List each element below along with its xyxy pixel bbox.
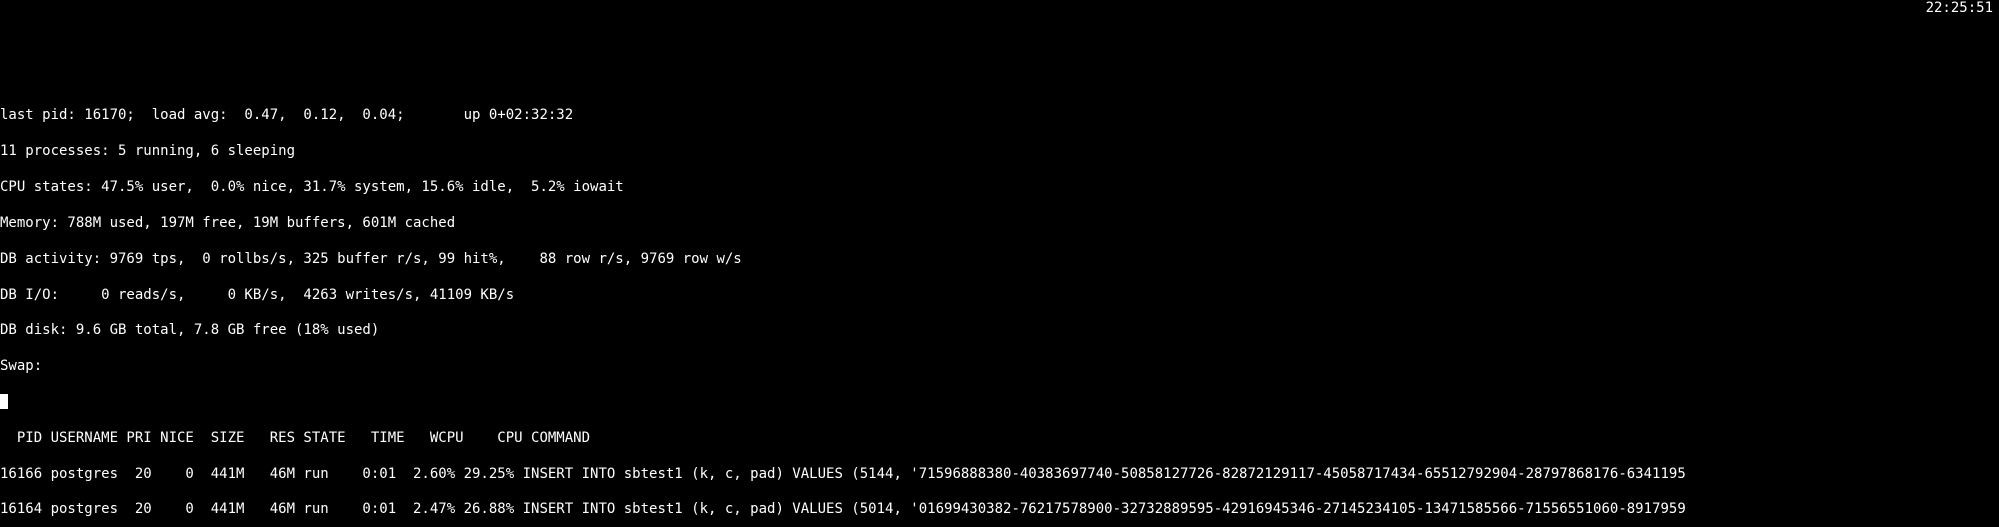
terminal-screen[interactable]: last pid: 16170; load avg: 0.47, 0.12, 0… bbox=[0, 90, 1999, 527]
header-line-7: DB disk: 9.6 GB total, 7.8 GB free (18% … bbox=[0, 322, 1999, 340]
cursor-icon bbox=[0, 394, 8, 409]
header-line-1: last pid: 16170; load avg: 0.47, 0.12, 0… bbox=[0, 107, 1999, 125]
column-headers: PID USERNAME PRI NICE SIZE RES STATE TIM… bbox=[0, 430, 1999, 448]
header-line-5: DB activity: 9769 tps, 0 rollbs/s, 325 b… bbox=[0, 251, 1999, 269]
header-line-4: Memory: 788M used, 197M free, 19M buffer… bbox=[0, 215, 1999, 233]
table-row: 16164 postgres 20 0 441M 46M run 0:01 2.… bbox=[0, 501, 1999, 519]
header-line-2: 11 processes: 5 running, 6 sleeping bbox=[0, 143, 1999, 161]
header-line-3: CPU states: 47.5% user, 0.0% nice, 31.7%… bbox=[0, 179, 1999, 197]
clock: 22:25:51 bbox=[1926, 0, 1993, 18]
cursor-line bbox=[0, 394, 1999, 412]
table-row: 16166 postgres 20 0 441M 46M run 0:01 2.… bbox=[0, 466, 1999, 484]
header-line-8: Swap: bbox=[0, 358, 1999, 376]
header-line-6: DB I/O: 0 reads/s, 0 KB/s, 4263 writes/s… bbox=[0, 287, 1999, 305]
